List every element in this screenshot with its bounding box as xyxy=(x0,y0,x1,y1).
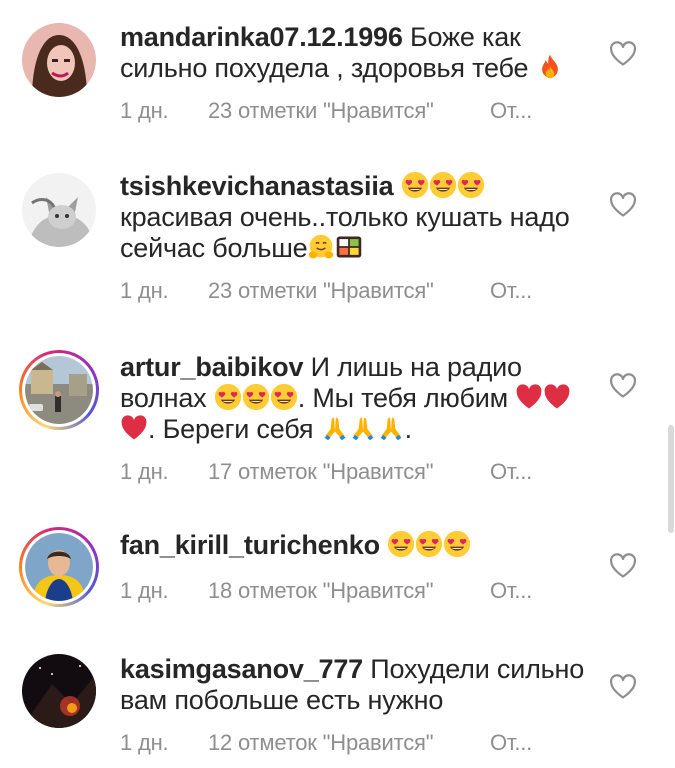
heart-eyes-emoji-icon xyxy=(214,383,242,411)
comment-username[interactable]: artur_baibikov xyxy=(120,352,303,382)
pray-emoji-icon xyxy=(349,414,377,442)
like-heart-icon[interactable] xyxy=(609,41,637,67)
comment-age: 1 дн. xyxy=(120,730,169,755)
avatar-photo-icon xyxy=(22,23,96,97)
avatar-photo-icon xyxy=(22,173,96,247)
avatar-photo-icon xyxy=(25,356,93,424)
comment-likes-count[interactable]: 18 отметок "Нравится" xyxy=(208,578,490,604)
comment-text: fan_kirill_turichenko xyxy=(120,530,590,561)
comment-username[interactable]: mandarinka07.12.1996 xyxy=(120,22,403,52)
comment-text: kasimgasanov_777 Похудели сильно вам поб… xyxy=(120,654,590,716)
comment-username[interactable]: tsishkevichanastasiia xyxy=(120,171,394,201)
comment-age: 1 дн. xyxy=(120,578,169,603)
red-heart-emoji-icon xyxy=(120,414,148,442)
comment-username[interactable]: kasimgasanov_777 xyxy=(120,654,363,684)
hugging-emoji-icon xyxy=(307,233,335,261)
scrollbar-thumb[interactable] xyxy=(668,425,674,533)
comment-likes-count[interactable]: 23 отметки "Нравится" xyxy=(208,278,490,304)
heart-eyes-emoji-icon xyxy=(401,171,429,199)
reply-button[interactable]: От... xyxy=(490,98,532,124)
comment-age: 1 дн. xyxy=(120,278,169,303)
reply-button[interactable]: От... xyxy=(490,730,532,756)
comment-meta: 1 дн. 17 отметок "Нравится" От... xyxy=(120,459,532,485)
avatar-story-ring[interactable] xyxy=(19,527,99,607)
comment-age: 1 дн. xyxy=(120,459,169,484)
heart-eyes-emoji-icon xyxy=(415,530,443,558)
reply-button[interactable]: От... xyxy=(490,278,532,304)
heart-eyes-emoji-icon xyxy=(429,171,457,199)
heart-eyes-emoji-icon xyxy=(443,530,471,558)
comment-text: artur_baibikov И лишь на радио волнах . … xyxy=(120,352,590,445)
like-heart-icon[interactable] xyxy=(609,674,637,700)
comment-text: tsishkevichanastasiia красивая очень..то… xyxy=(120,171,590,264)
heart-eyes-emoji-icon xyxy=(242,383,270,411)
reply-button[interactable]: От... xyxy=(490,578,532,604)
comment-meta: 1 дн. 12 отметок "Нравится" От... xyxy=(120,730,532,756)
avatar-story-ring[interactable] xyxy=(19,350,99,430)
red-heart-emoji-icon xyxy=(543,383,571,411)
comment-likes-count[interactable]: 23 отметки "Нравится" xyxy=(208,98,490,124)
avatar-photo-icon xyxy=(22,654,96,728)
reply-button[interactable]: От... xyxy=(490,459,532,485)
bento-emoji-icon xyxy=(335,233,363,261)
like-heart-icon[interactable] xyxy=(609,192,637,218)
comment-likes-count[interactable]: 17 отметок "Нравится" xyxy=(208,459,490,485)
comment-meta: 1 дн. 18 отметок "Нравится" От... xyxy=(120,578,532,604)
avatar[interactable] xyxy=(22,654,96,728)
comment-meta: 1 дн. 23 отметки "Нравится" От... xyxy=(120,98,532,124)
heart-eyes-emoji-icon xyxy=(457,171,485,199)
heart-eyes-emoji-icon xyxy=(270,383,298,411)
comment-username[interactable]: fan_kirill_turichenko xyxy=(120,530,380,560)
pray-emoji-icon xyxy=(321,414,349,442)
comment-age: 1 дн. xyxy=(120,98,169,123)
comment-meta: 1 дн. 23 отметки "Нравится" От... xyxy=(120,278,532,304)
avatar[interactable] xyxy=(22,23,96,97)
avatar-photo-icon xyxy=(25,533,93,601)
comment-text: mandarinka07.12.1996 Боже как сильно пох… xyxy=(120,22,590,84)
pray-emoji-icon xyxy=(377,414,405,442)
fire-emoji-icon xyxy=(536,53,564,81)
heart-eyes-emoji-icon xyxy=(387,530,415,558)
red-heart-emoji-icon xyxy=(515,383,543,411)
like-heart-icon[interactable] xyxy=(609,553,637,579)
comment-likes-count[interactable]: 12 отметок "Нравится" xyxy=(208,730,490,756)
avatar[interactable] xyxy=(22,173,96,247)
like-heart-icon[interactable] xyxy=(609,373,637,399)
